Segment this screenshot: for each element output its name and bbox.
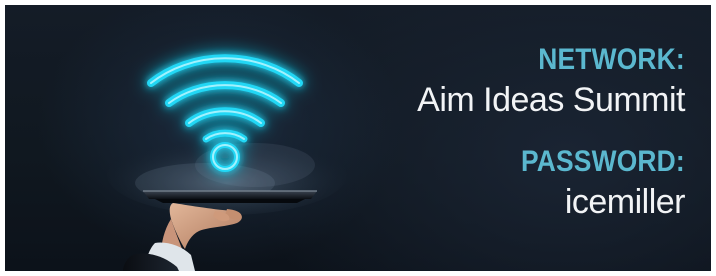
network-info: NETWORK: Aim Ideas Summit PASSWORD: icem… (417, 43, 686, 221)
hand-image (123, 203, 242, 271)
wifi-info-card: NETWORK: Aim Ideas Summit PASSWORD: icem… (5, 5, 711, 271)
password-value: icemiller (564, 183, 686, 221)
network-name: Aim Ideas Summit (417, 81, 685, 119)
password-heading: PASSWORD: (521, 145, 685, 178)
tablet-device (143, 190, 317, 203)
network-heading: NETWORK: (538, 43, 685, 76)
